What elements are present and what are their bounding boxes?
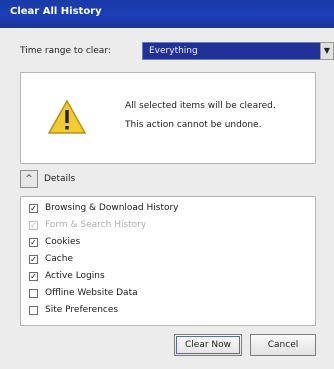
clear-history-dialog: Clear All History Time range to clear: E… xyxy=(0,0,334,369)
history-items-list: ✓ Browsing & Download History ✓ Form & S… xyxy=(20,196,316,326)
history-item-label: Form & Search History xyxy=(45,220,147,230)
history-item-label: Offline Website Data xyxy=(45,288,138,298)
cancel-button[interactable]: Cancel xyxy=(250,334,316,356)
history-item-cookies[interactable]: ✓ Cookies xyxy=(29,235,315,252)
history-item-form-search[interactable]: ✓ Form & Search History xyxy=(29,218,315,235)
history-item-label: Cache xyxy=(45,254,73,264)
time-range-label: Time range to clear: xyxy=(20,46,111,56)
warning-triangle-icon xyxy=(47,99,87,134)
history-item-active-logins[interactable]: ✓ Active Logins xyxy=(29,269,315,286)
details-row: ^ Details xyxy=(20,170,220,190)
history-item-site-preferences[interactable]: Site Preferences xyxy=(29,303,315,320)
time-range-value: Everything xyxy=(149,46,198,56)
time-range-row: Time range to clear: Everything ▼ xyxy=(20,42,334,62)
checkbox-browsing[interactable]: ✓ xyxy=(29,204,38,213)
history-item-offline-data[interactable]: Offline Website Data xyxy=(29,286,315,303)
details-label: Details xyxy=(44,174,76,184)
history-item-label: Site Preferences xyxy=(45,305,119,315)
warning-message-line-1: All selected items will be cleared. xyxy=(125,101,276,111)
history-item-label: Active Logins xyxy=(45,271,105,281)
details-toggle-button[interactable]: ^ xyxy=(20,170,38,188)
time-range-select[interactable]: Everything ▼ xyxy=(142,42,334,60)
history-item-label: Cookies xyxy=(45,237,81,247)
warning-message-line-2: This action cannot be undone. xyxy=(125,120,262,130)
history-item-label: Browsing & Download History xyxy=(45,203,179,213)
warning-panel: All selected items will be cleared. This… xyxy=(20,72,316,164)
history-item-browsing[interactable]: ✓ Browsing & Download History xyxy=(29,201,315,218)
checkbox-form-search[interactable]: ✓ xyxy=(29,221,38,230)
window-titlebar[interactable]: Clear All History xyxy=(0,0,334,28)
history-item-cache[interactable]: ✓ Cache xyxy=(29,252,315,269)
window-title: Clear All History xyxy=(10,6,102,17)
chevron-down-icon[interactable]: ▼ xyxy=(320,42,334,60)
checkbox-site-preferences[interactable] xyxy=(29,306,38,315)
checkbox-offline-data[interactable] xyxy=(29,289,38,298)
checkbox-cookies[interactable]: ✓ xyxy=(29,238,38,247)
checkbox-cache[interactable]: ✓ xyxy=(29,255,38,264)
clear-now-button[interactable]: Clear Now xyxy=(174,334,242,356)
checkbox-active-logins[interactable]: ✓ xyxy=(29,272,38,281)
